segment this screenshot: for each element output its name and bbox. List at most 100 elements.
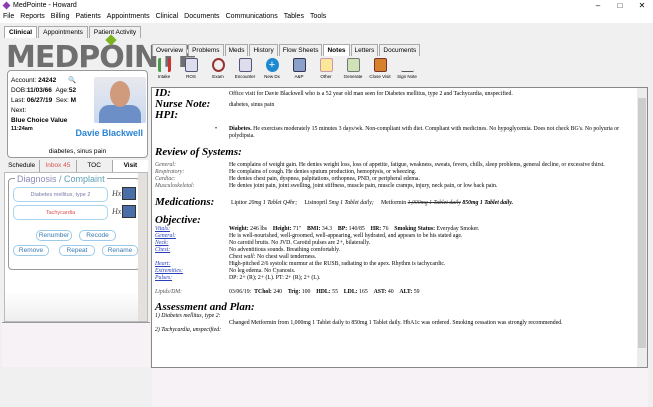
- renumber-button[interactable]: Renumber: [36, 230, 72, 241]
- id-text: Office visit for Davie Blackwell who is …: [229, 91, 513, 97]
- tab-patient-activity[interactable]: Patient Activity: [88, 26, 142, 38]
- menu-communications[interactable]: Communications: [226, 13, 278, 20]
- assessment-item: 1) Diabetes mellitus, type 2:: [155, 313, 221, 319]
- ros-label: Cardiac:: [155, 176, 176, 182]
- tab-schedule[interactable]: Schedule: [4, 160, 41, 172]
- menu-bar: File Reports Billing Patients Appointments Cl…: [0, 11, 653, 23]
- exam-link[interactable]: Pulses:: [155, 275, 172, 282]
- vitals: Weight: 246 lbs Height: 71" BMI: 34.3 BP…: [229, 226, 480, 232]
- tab-problems[interactable]: Problems: [188, 44, 224, 56]
- ros-icon: [184, 58, 198, 72]
- exam-button[interactable]: Exam: [206, 58, 230, 85]
- exam-text: No carotid bruits. No JVD. Carotid pulse…: [229, 240, 371, 246]
- search-icon[interactable]: 🔍: [68, 77, 76, 84]
- ros-label: Respiratory:: [155, 169, 185, 175]
- exam-link[interactable]: Heart:: [155, 261, 170, 268]
- tab-toc[interactable]: TOC: [77, 160, 113, 172]
- maximize-button[interactable]: □: [609, 0, 631, 11]
- document-tabs: Overview Problems Meds History Flow Shee…: [152, 42, 421, 56]
- main-tabs: Clinical Appointments Patient Activity: [4, 25, 142, 38]
- exam-link[interactable]: Neck:: [155, 240, 169, 247]
- account-number: 24242: [38, 77, 57, 84]
- scrollbar[interactable]: [138, 173, 147, 321]
- generate-icon: [346, 58, 360, 72]
- hx-icon[interactable]: Hx: [112, 189, 121, 198]
- tab-documents[interactable]: Documents: [379, 44, 421, 56]
- tab-letters[interactable]: Letters: [350, 44, 379, 56]
- side-tabs: Schedule Inbox 45 TOC Visit: [4, 160, 148, 172]
- tab-clinical[interactable]: Clinical: [4, 26, 38, 38]
- scroll-thumb[interactable]: [638, 98, 646, 348]
- close-button[interactable]: ✕: [631, 0, 653, 11]
- menu-billing[interactable]: Billing: [51, 13, 70, 20]
- assessment-heading: Assessment and Plan:: [155, 301, 255, 313]
- chief-complaint: diabetes, sinus pain: [48, 148, 107, 155]
- hpi-problem: Diabetes.: [229, 126, 252, 132]
- ros-text: He denies joint pain, joint swelling, jo…: [229, 183, 498, 189]
- dob-value: 11/03/66: [26, 87, 52, 94]
- intake-button[interactable]: Intake: [152, 58, 176, 85]
- menu-patients[interactable]: Patients: [75, 13, 100, 20]
- exam-sublabel: Chest wall:: [229, 254, 256, 260]
- other-button[interactable]: Other: [314, 58, 338, 85]
- exam-text: No adventitious sounds. Breathing comfor…: [229, 247, 341, 253]
- age-label: Age:: [55, 87, 69, 94]
- note-document: ID: Office visit for Davie Blackwell who …: [151, 87, 648, 368]
- nurse-note-heading: Nurse Note:: [155, 98, 211, 110]
- dob-label: DOB:: [11, 87, 27, 94]
- lipids-values: 03/06/19: TChol: 240 Trig: 100 HDL: 55 L…: [229, 289, 420, 295]
- exam-link[interactable]: Chest:: [155, 247, 170, 254]
- ros-label: Musculoskeletal:: [155, 183, 195, 189]
- ap-icon: [292, 58, 306, 72]
- medications-heading: Medications:: [155, 196, 215, 208]
- sign-note-button[interactable]: Sign Note: [395, 58, 419, 85]
- hx-icon[interactable]: Hx: [112, 207, 121, 216]
- diagnosis-item[interactable]: Diabetes mellitus, type 2: [13, 187, 108, 202]
- menu-tables[interactable]: Tables: [284, 13, 304, 20]
- tab-history[interactable]: History: [249, 44, 278, 56]
- tab-inbox[interactable]: Inbox 45: [40, 160, 77, 172]
- tab-visit[interactable]: Visit: [112, 160, 148, 172]
- diagnosis-legend: Diagnosis / Complaint: [15, 174, 107, 184]
- menu-tools[interactable]: Tools: [310, 13, 326, 20]
- last-visit: 06/27/19: [26, 97, 53, 104]
- encounter-button[interactable]: Encounter: [233, 58, 257, 85]
- generate-button[interactable]: Generate: [341, 58, 365, 85]
- menu-reports[interactable]: Reports: [20, 13, 45, 20]
- visit-pane: Diagnosis / Complaint Diabetes mellitus,…: [4, 172, 148, 322]
- ros-button[interactable]: ROS: [179, 58, 203, 85]
- recode-button[interactable]: Recode: [79, 230, 116, 241]
- ap-button[interactable]: A&P: [287, 58, 311, 85]
- menu-documents[interactable]: Documents: [184, 13, 219, 20]
- patient-card: Account: 24242 🔍 DOB:11/03/66 Age:52 Las…: [7, 70, 148, 158]
- tab-meds[interactable]: Meds: [224, 44, 249, 56]
- tab-overview[interactable]: Overview: [152, 44, 188, 56]
- menu-appointments[interactable]: Appointments: [107, 13, 150, 20]
- remove-button[interactable]: Remove: [13, 245, 49, 256]
- close-visit-button[interactable]: Close Visit: [368, 58, 392, 85]
- rename-button[interactable]: Rename: [102, 245, 138, 256]
- nurse-note-text: diabetes, sinus pain: [229, 102, 275, 108]
- new-dx-button[interactable]: + New Dx: [260, 58, 284, 85]
- plus-icon: +: [265, 58, 279, 72]
- minimize-button[interactable]: –: [587, 0, 609, 11]
- tab-appointments[interactable]: Appointments: [38, 26, 88, 38]
- stethoscope-icon: [211, 58, 225, 72]
- exam-text: He is well-nourished, well-groomed, well…: [229, 233, 463, 239]
- calendar-icon[interactable]: [122, 187, 136, 200]
- tab-flow-sheets[interactable]: Flow Sheets: [278, 44, 323, 56]
- exam-link[interactable]: General:: [155, 233, 176, 240]
- exam-link[interactable]: Extremities:: [155, 268, 183, 275]
- document-scrollbar[interactable]: [637, 88, 647, 367]
- calendar-icon[interactable]: [122, 205, 136, 218]
- age-value: 52: [68, 87, 77, 94]
- menu-clinical[interactable]: Clinical: [156, 13, 179, 20]
- diagnosis-item[interactable]: Tachycardia: [13, 205, 108, 220]
- vitals-link[interactable]: Vitals:: [155, 226, 170, 233]
- repeat-button[interactable]: Repeat: [59, 245, 95, 256]
- assessment-item: 2) Tachycardia, unspecified:: [155, 327, 222, 333]
- tab-notes[interactable]: Notes: [323, 44, 350, 56]
- exam-text: No chest wall tenderness.: [255, 254, 317, 260]
- menu-file[interactable]: File: [3, 13, 14, 20]
- door-icon: [373, 58, 387, 72]
